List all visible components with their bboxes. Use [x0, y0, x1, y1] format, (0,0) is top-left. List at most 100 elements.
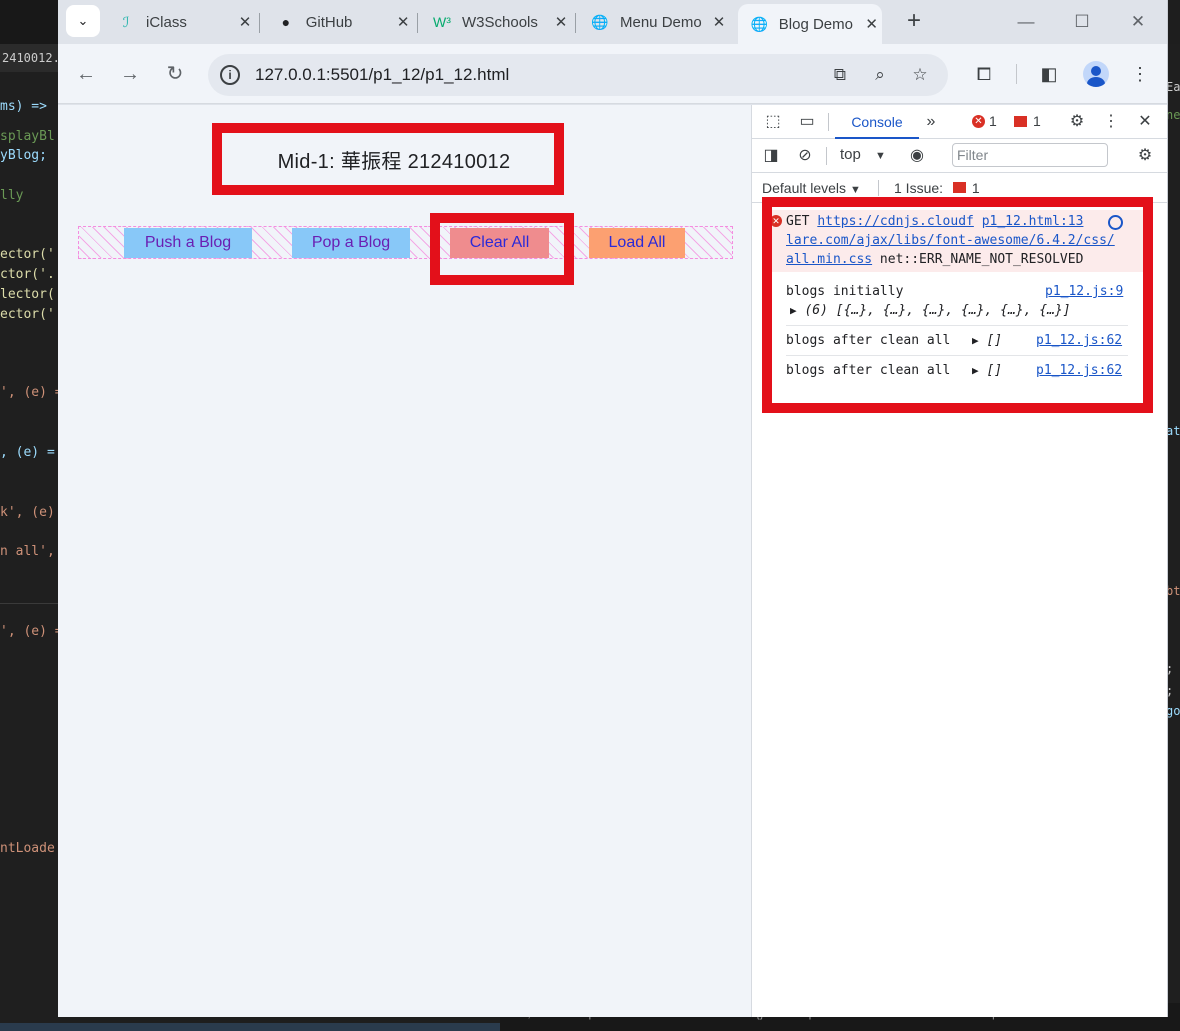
tab-title: Blog Demo: [778, 15, 853, 33]
close-icon: ✕: [1130, 12, 1146, 31]
plus-icon: +: [906, 7, 921, 34]
zoom-icon[interactable]: ⌕: [868, 63, 892, 87]
code-line: yBlog;: [0, 148, 47, 163]
browser-menu-icon[interactable]: ⋮: [1126, 60, 1154, 88]
code-line: ', (e) =: [0, 385, 60, 400]
code-line: n all',: [0, 544, 55, 559]
settings-gear-icon[interactable]: ⚙: [1066, 111, 1088, 133]
clear-console-icon[interactable]: ⊘: [794, 145, 816, 167]
issue-count-badge[interactable]: 1: [1014, 113, 1041, 129]
console-highlight: [762, 197, 1153, 413]
triangle-down-icon: ▼: [849, 184, 861, 196]
globe-icon: 🌐: [750, 15, 769, 32]
site-info-icon[interactable]: i: [220, 65, 240, 85]
device-toolbar-icon[interactable]: ▭: [796, 111, 818, 133]
issues-link[interactable]: 1 Issue: 1: [894, 180, 980, 196]
code-line: lly: [0, 188, 24, 203]
levels-divider: [878, 180, 879, 196]
browser-tab[interactable]: 🌐 Blog Demo ✕: [738, 4, 882, 44]
default-levels-dropdown[interactable]: Default levels ▼: [762, 180, 861, 196]
github-icon: ●: [281, 14, 291, 30]
inspect-element-icon[interactable]: ⬚: [762, 111, 784, 133]
console-settings-icon[interactable]: ⚙: [1134, 145, 1156, 167]
url-text[interactable]: 127.0.0.1:5501/p1_12/p1_12.html: [255, 65, 509, 85]
error-count: 1: [989, 113, 997, 129]
reload-button[interactable]: ↻: [159, 58, 191, 90]
code-line: ector(': [0, 247, 55, 262]
issue-icon: [1014, 115, 1027, 127]
editor-right-strip: Ea ne at bt ; ; go: [1166, 44, 1180, 1014]
close-tab-icon[interactable]: ✕: [392, 13, 414, 31]
extensions-icon[interactable]: ⧠: [970, 60, 998, 88]
code-line: ', (e) =: [0, 624, 60, 639]
tab-title: W3Schools: [462, 13, 538, 31]
issues-count: 1: [971, 180, 980, 196]
globe-icon: 🌐: [591, 13, 609, 30]
push-blog-button[interactable]: Push a Blog: [124, 228, 252, 258]
context-selector[interactable]: top ▼: [840, 146, 886, 163]
browser-tab[interactable]: 🌐 Menu Demo ✕: [578, 6, 730, 38]
code-line: lector(: [0, 287, 55, 302]
arrow-right-icon: →: [120, 63, 140, 85]
tab-title: iClass: [146, 13, 187, 31]
pop-blog-button[interactable]: Pop a Blog: [292, 228, 410, 258]
more-tabs-icon[interactable]: »: [920, 111, 942, 133]
w3schools-icon: W³: [433, 14, 451, 30]
tab-divider: [259, 13, 260, 33]
code-editor-background: 2410012. ms) => splayBl yBlog; lly ector(' c…: [0, 0, 60, 1031]
error-icon: ✕: [972, 114, 985, 128]
page-viewport: Mid-1: 華振程 212410012 Push a Blog Pop a B…: [58, 105, 751, 1017]
console-toolbar: ◨ ⊘ top ▼ ◉ Filter ⚙: [752, 139, 1167, 173]
console-filter-input[interactable]: Filter: [952, 143, 1108, 167]
devtools-top-bar: ⬚ ▭ Console » ✕ 1 1 ⚙ ⋮ ✕: [752, 105, 1167, 139]
bookmark-star-icon[interactable]: ☆: [908, 63, 932, 87]
close-tab-icon[interactable]: ✕: [708, 13, 730, 31]
iclass-icon: ℐ: [122, 13, 130, 30]
browser-tab[interactable]: W³ W3Schools ✕: [420, 6, 572, 38]
clear-all-highlight: [430, 213, 574, 285]
translate-icon[interactable]: ⧉: [828, 63, 852, 87]
browser-tab[interactable]: ● GitHub ✕: [264, 6, 414, 38]
close-tab-icon[interactable]: ✕: [550, 13, 572, 31]
code-line: splayBl: [0, 129, 55, 144]
reload-icon: ↻: [166, 63, 184, 85]
tab-console[interactable]: Console: [835, 105, 919, 139]
page-title-box: Mid-1: 華振程 212410012: [212, 123, 564, 195]
tab-search-button[interactable]: ⌄: [66, 5, 100, 37]
console-divider: [826, 147, 827, 165]
tab-divider: [575, 13, 576, 33]
new-tab-button[interactable]: +: [900, 8, 928, 36]
eye-icon[interactable]: ◉: [906, 145, 928, 167]
browser-tab[interactable]: ℐiClass ✕: [104, 6, 256, 38]
profile-avatar[interactable]: [1083, 61, 1109, 87]
close-tab-icon[interactable]: ✕: [234, 13, 256, 31]
load-all-button[interactable]: Load All: [589, 228, 685, 258]
toolbar-divider: [1016, 64, 1017, 84]
code-line: k', (e): [0, 505, 55, 520]
maximize-button[interactable]: ☐: [1062, 8, 1102, 36]
close-window-button[interactable]: ✕: [1118, 8, 1158, 36]
editor-panel-divider: [0, 603, 60, 604]
page-title: Mid-1: 華振程 212410012: [277, 150, 511, 173]
code-line: ctor('.: [0, 267, 55, 282]
code-line: ector(': [0, 307, 55, 322]
close-devtools-icon[interactable]: ✕: [1134, 111, 1156, 133]
editor-file-tab[interactable]: 2410012.: [0, 44, 60, 72]
close-tab-icon[interactable]: ✕: [861, 15, 882, 33]
issue-icon: [952, 182, 966, 193]
arrow-left-icon: ←: [76, 63, 96, 85]
tab-title: GitHub: [305, 13, 353, 31]
address-bar[interactable]: i 127.0.0.1:5501/p1_12/p1_12.html ⧉ ⌕ ☆: [208, 54, 948, 96]
code-line: ntLoade: [0, 841, 55, 856]
devtools-menu-icon[interactable]: ⋮: [1100, 111, 1122, 133]
side-panel-icon[interactable]: ◧: [1035, 60, 1063, 88]
editor-bottom-bar: [0, 1023, 500, 1031]
error-count-badge[interactable]: ✕ 1: [972, 113, 997, 129]
forward-button[interactable]: →: [114, 58, 146, 90]
sidebar-toggle-icon[interactable]: ◨: [760, 145, 782, 167]
button-bar: Push a Blog Pop a Blog Clear All Load Al…: [78, 226, 733, 259]
context-label: top: [840, 146, 861, 163]
back-button[interactable]: ←: [70, 58, 102, 90]
minimize-button[interactable]: —: [1006, 8, 1046, 36]
tab-title: Menu Demo: [620, 13, 702, 31]
